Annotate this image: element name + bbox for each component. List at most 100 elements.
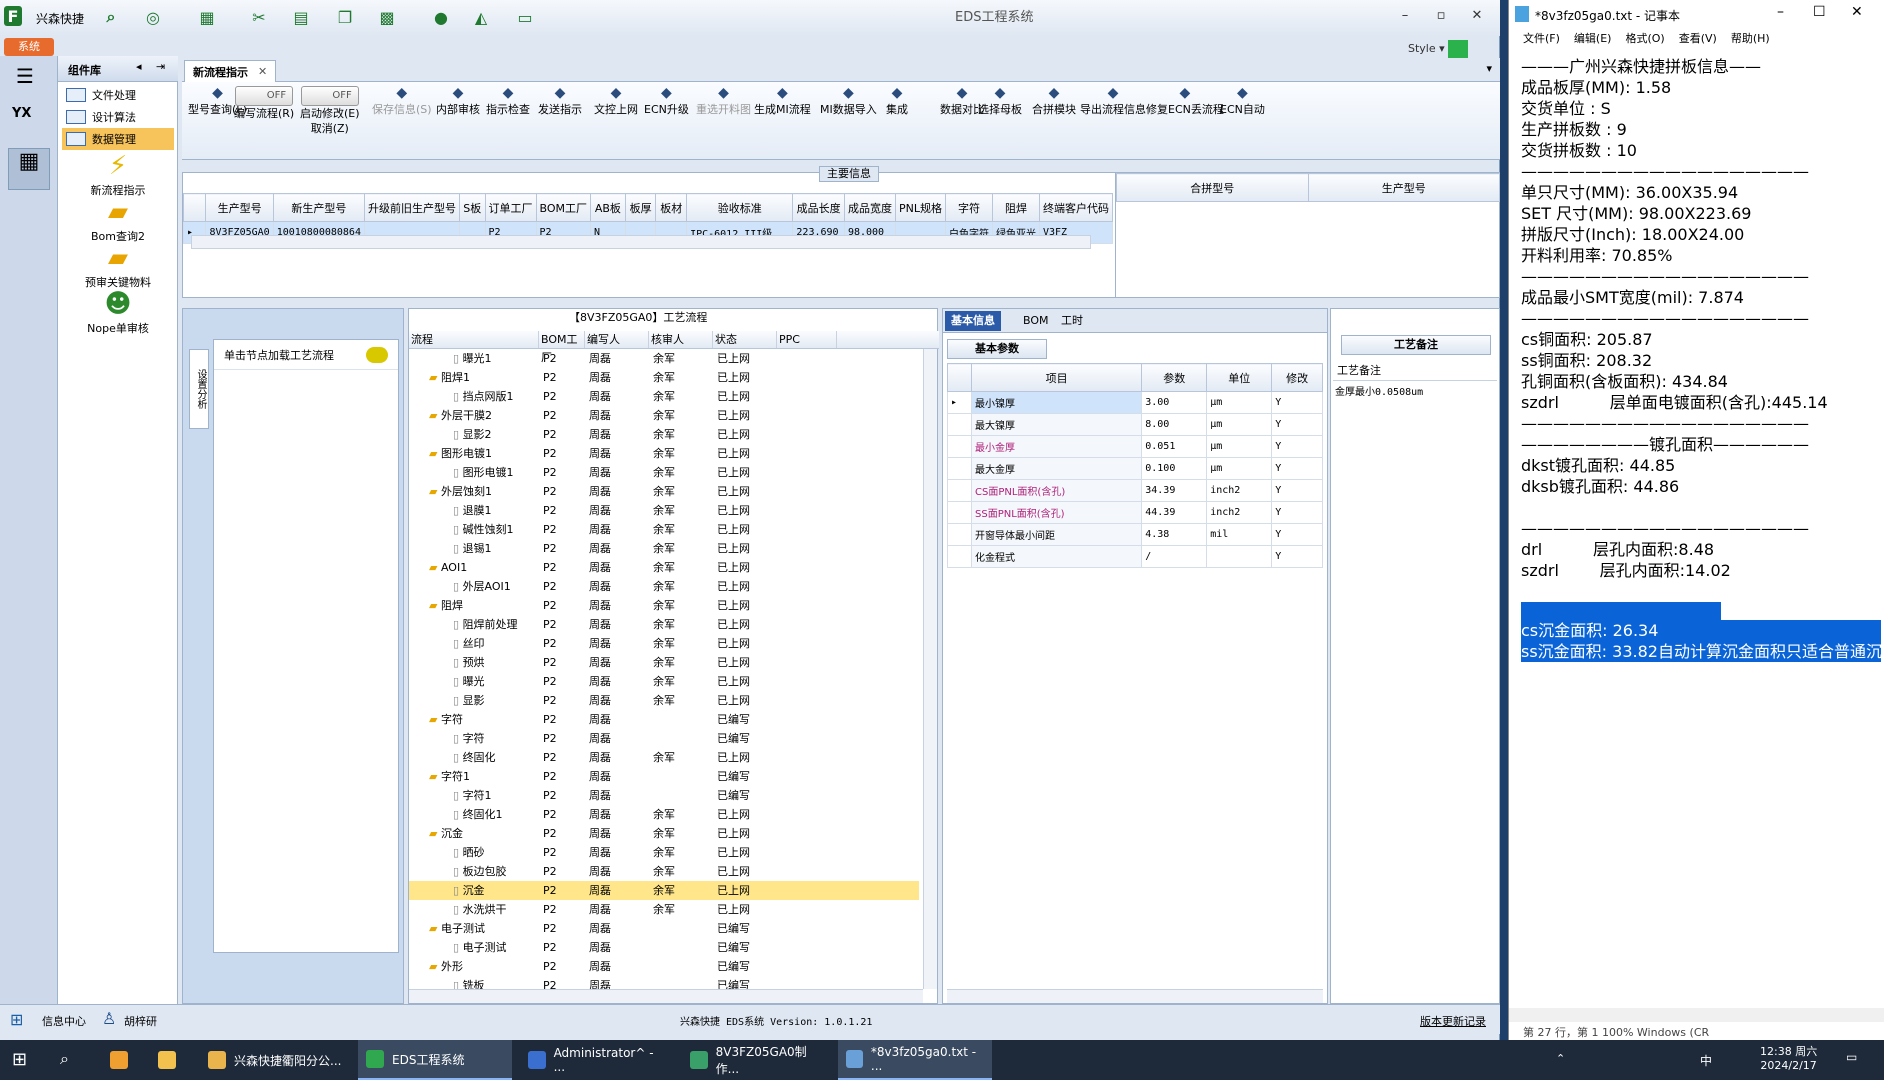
ime-indicator[interactable]: 中 xyxy=(1700,1052,1712,1069)
flow-node[interactable]: ▯ 挡点网版1 xyxy=(409,387,539,406)
param-col-header[interactable]: 单位 xyxy=(1206,363,1273,392)
flow-node[interactable]: ▰ 阻焊1 xyxy=(409,368,539,387)
toolbar-button-2[interactable]: OFF 启动修改(E) 取消(Z) xyxy=(300,86,360,136)
col-header[interactable]: 板材 xyxy=(655,193,688,222)
param-col-header[interactable]: 项目 xyxy=(970,363,1143,392)
horizontal-scrollbar[interactable] xyxy=(947,989,1323,1003)
flow-node[interactable]: ▯ 字符1 xyxy=(409,786,539,805)
calculator-icon[interactable]: ▦ xyxy=(8,148,50,190)
tab-new-flow[interactable]: 新流程指示 ✕ xyxy=(184,60,277,82)
flow-node[interactable]: ▯ 丝印 xyxy=(409,634,539,653)
flow-node[interactable]: ▰ 沉金 xyxy=(409,824,539,843)
taskbar-item[interactable]: *8v3fz05ga0.txt - ... xyxy=(838,1040,992,1080)
file-explorer-icon[interactable] xyxy=(158,1051,176,1069)
flow-col-header[interactable]: 状态 xyxy=(713,331,777,348)
flow-row[interactable]: ▯ 电子测试 P2 周磊 已编写 xyxy=(409,938,919,957)
clock[interactable]: 12:38 周六 2024/2/17 xyxy=(1760,1043,1817,1072)
param-row[interactable]: CS面PNL面积(含孔) 34.39 inch2 Y xyxy=(947,479,1323,502)
flow-node[interactable]: ▯ 预烘 xyxy=(409,653,539,672)
flow-node[interactable]: ▯ 沉金 xyxy=(409,881,539,900)
vertical-tab[interactable]: 设置分析 xyxy=(189,349,209,429)
taskbar-item[interactable]: 8V3FZ05GA0制作... xyxy=(682,1040,836,1080)
item-key-material[interactable]: ▰ 预审关键物料 xyxy=(60,242,176,290)
flow-row[interactable]: ▰ 外层蚀刻1 P2 周磊 余军 已上网 xyxy=(409,482,919,501)
flow-row[interactable]: ▯ 退锡1 P2 周磊 余军 已上网 xyxy=(409,539,919,558)
table-icon[interactable]: ▦ xyxy=(194,6,220,28)
search-icon[interactable]: ⌕ xyxy=(60,1049,69,1069)
param-value[interactable]: 34.39 xyxy=(1141,479,1208,502)
flow-row[interactable]: ▯ 终固化1 P2 周磊 余军 已上网 xyxy=(409,805,919,824)
param-row[interactable]: 开窗导体最小间距 4.38 mil Y xyxy=(947,523,1323,546)
flow-row[interactable]: ▰ 阻焊1 P2 周磊 余军 已上网 xyxy=(409,368,919,387)
toolbar-button-5[interactable]: ◆ 指示检查 xyxy=(486,86,530,117)
flow-node[interactable]: ▯ 外层AOI1 xyxy=(409,577,539,596)
lifebuoy-icon[interactable]: ◎ xyxy=(140,6,166,28)
horizontal-scrollbar[interactable] xyxy=(191,235,1091,249)
param-value[interactable]: / xyxy=(1141,545,1208,568)
restore-button[interactable]: ▫ xyxy=(1430,8,1452,23)
flow-node[interactable]: ▯ 字符 xyxy=(409,729,539,748)
toolbar-button-9[interactable]: ◆ 重选开料图 xyxy=(696,86,751,117)
flow-row[interactable]: ▰ 沉金 P2 周磊 余军 已上网 xyxy=(409,824,919,843)
close-tab-icon[interactable]: ✕ xyxy=(258,65,267,78)
flow-row[interactable]: ▯ 字符1 P2 周磊 已编写 xyxy=(409,786,919,805)
grid-icon[interactable]: ▩ xyxy=(374,6,400,28)
flow-col-header[interactable]: 流程 xyxy=(409,331,539,348)
toolbar-button-3[interactable]: ◆ 保存信息(S) xyxy=(372,86,432,117)
flow-row[interactable]: ▰ 图形电镀1 P2 周磊 余军 已上网 xyxy=(409,444,919,463)
chart-icon[interactable]: ◭ xyxy=(468,6,494,28)
style-menu[interactable]: Style ▾ xyxy=(1408,40,1469,58)
flow-node[interactable]: ▯ 终固化1 xyxy=(409,805,539,824)
flow-row[interactable]: ▯ 丝印 P2 周磊 余军 已上网 xyxy=(409,634,919,653)
toolbar-button-12[interactable]: ◆ 集成 xyxy=(886,86,908,117)
toolbar-button-18[interactable]: ◆ ECN自动 xyxy=(1220,86,1265,117)
col-header[interactable]: 成品长度 xyxy=(792,193,845,222)
col-header[interactable]: 生产型号 xyxy=(205,193,274,222)
taskbar-item[interactable]: 兴森快捷衢阳分公... xyxy=(200,1040,354,1080)
param-value[interactable]: 44.39 xyxy=(1141,501,1208,524)
flow-row[interactable]: ▰ 外层干膜2 P2 周磊 余军 已上网 xyxy=(409,406,919,425)
col-header[interactable]: 成品宽度 xyxy=(843,193,896,222)
flow-node[interactable]: ▯ 板边包胶 xyxy=(409,862,539,881)
flow-node[interactable]: ▰ 电子测试 xyxy=(409,919,539,938)
maximize-button[interactable]: ☐ xyxy=(1813,4,1826,20)
col-header[interactable]: 升级前旧生产型号 xyxy=(363,193,460,222)
toggle-switch[interactable]: OFF xyxy=(235,86,294,106)
flow-row[interactable]: ▯ 阻焊前处理 P2 周磊 余军 已上网 xyxy=(409,615,919,634)
flow-node[interactable]: ▯ 图形电镀1 xyxy=(409,463,539,482)
param-value[interactable]: 3.00 xyxy=(1141,391,1208,414)
flow-node[interactable]: ▰ 字符 xyxy=(409,710,539,729)
flow-node[interactable]: ▯ 终固化 xyxy=(409,748,539,767)
menu-icon[interactable]: ☰ xyxy=(16,64,34,88)
flow-row[interactable]: ▯ 沉金 P2 周磊 余军 已上网 xyxy=(409,881,919,900)
toolbar-button-7[interactable]: ◆ 文控上网 xyxy=(594,86,638,117)
toolbar-button-16[interactable]: ◆ 导出流程信息 xyxy=(1080,86,1146,117)
flow-node[interactable]: ▰ 字符1 xyxy=(409,767,539,786)
flow-node[interactable]: ▯ 碱性蚀刻1 xyxy=(409,520,539,539)
item-bom-query[interactable]: ▰ Bom查询2 xyxy=(60,196,176,244)
flow-node[interactable]: ▯ 晒砂 xyxy=(409,843,539,862)
copy-icon[interactable]: ❐ xyxy=(332,6,358,28)
param-value[interactable]: 8.00 xyxy=(1141,413,1208,436)
version-log-link[interactable]: 版本更新记录 xyxy=(1420,1013,1486,1029)
tab-hours[interactable]: 工时 xyxy=(1055,311,1089,331)
notepad-menu-item[interactable]: 文件(F) xyxy=(1523,30,1560,50)
col-header[interactable]: 终端客户代码 xyxy=(1038,193,1113,222)
col-header[interactable]: 验收标准 xyxy=(686,193,794,222)
param-row[interactable]: SS面PNL面积(含孔) 44.39 inch2 Y xyxy=(947,501,1323,524)
flow-row[interactable]: ▯ 曝光1 P2 周磊 余军 已上网 xyxy=(409,349,919,368)
minimize-button[interactable]: – xyxy=(1394,8,1416,23)
col-header[interactable]: 新生产型号 xyxy=(272,193,365,222)
item-new-flow[interactable]: ⚡ 新流程指示 xyxy=(60,150,176,198)
toolbar-button-4[interactable]: ◆ 内部审核 xyxy=(436,86,480,117)
taskbar-item[interactable]: EDS工程系统 xyxy=(358,1040,512,1080)
col-header[interactable]: 字符 xyxy=(944,193,993,222)
col-header[interactable]: S板 xyxy=(458,193,486,222)
notepad-menu-item[interactable]: 编辑(E) xyxy=(1574,30,1612,50)
flow-row[interactable]: ▰ 字符1 P2 周磊 已编写 xyxy=(409,767,919,786)
flow-node[interactable]: ▰ 外层蚀刻1 xyxy=(409,482,539,501)
flow-row[interactable]: ▯ 退膜1 P2 周磊 余军 已上网 xyxy=(409,501,919,520)
flow-row[interactable]: ▯ 外层AOI1 P2 周磊 余军 已上网 xyxy=(409,577,919,596)
param-col-header[interactable]: 参数 xyxy=(1141,363,1208,392)
toggle-switch[interactable]: OFF xyxy=(300,86,359,106)
